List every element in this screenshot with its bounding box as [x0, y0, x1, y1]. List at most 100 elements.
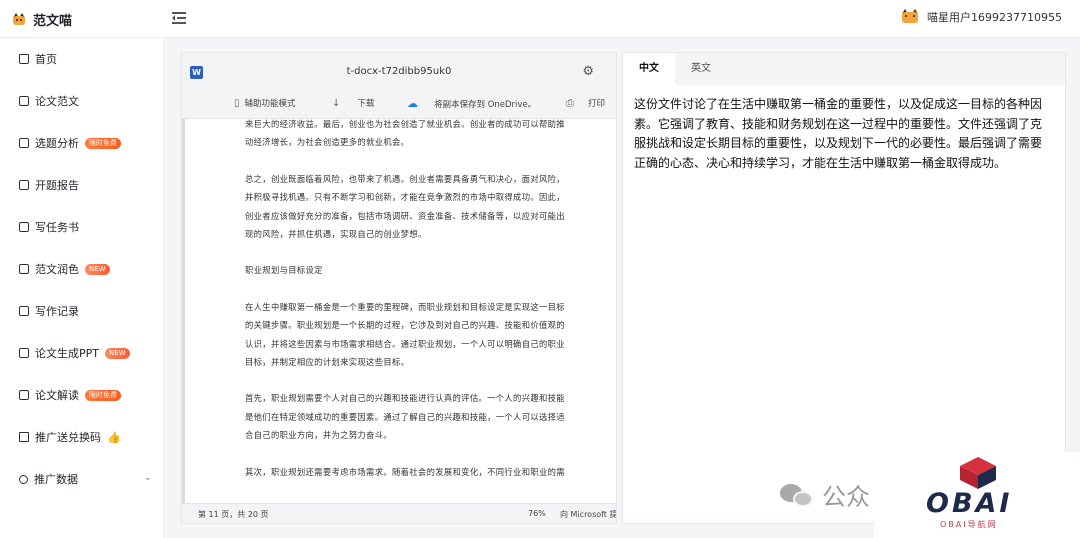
sidebar-item-interpret[interactable]: 论文解读 限时免费: [19, 387, 121, 403]
sidebar-item-referral[interactable]: 推广送兑换码 👍: [19, 429, 121, 445]
accessibility-icon: ▯: [234, 97, 240, 109]
cloud-icon: ☁: [407, 97, 418, 110]
onedrive-label: 将副本保存到 OneDrive。: [434, 99, 537, 110]
tab-english[interactable]: 英文: [675, 53, 727, 85]
document-line: 首先，职业规划需要个人对自己的兴趣和技能进行认真的评估。一个人的兴趣和技能: [245, 393, 565, 404]
brand-logo: OBAI: [926, 488, 1013, 519]
analysis-icon: [19, 138, 29, 148]
save-to-onedrive-button[interactable]: ☁ 将副本保存到 OneDrive。: [407, 97, 536, 110]
user-menu[interactable]: 喵星用户1699237710955: [901, 9, 1062, 25]
feedback-link[interactable]: 向 Microsoft 提供反馈: [560, 509, 616, 520]
share-icon: [19, 474, 28, 484]
free-badge: 限时免费: [85, 137, 121, 149]
document-filename: t-docx-t72dibb95uk0: [346, 66, 452, 77]
watermark-text: 公众: [822, 483, 870, 511]
download-button[interactable]: ↓ 下载: [332, 97, 375, 110]
avatar: [901, 9, 919, 25]
sidebar-item-polish[interactable]: 范文润色 NEW: [19, 261, 110, 277]
summary-text: 这份文件讨论了在生活中赚取第一桶金的重要性，以及促成这一目标的各种因素。它强调了…: [634, 97, 1043, 170]
cat-logo-icon: [12, 13, 26, 26]
interpret-icon: [19, 390, 29, 400]
top-bar: 范文喵 喵星用户1699237710955: [0, 0, 1080, 38]
zoom-level[interactable]: 76%: [528, 509, 546, 518]
sidebar-item-topic-analysis[interactable]: 选题分析 限时免费: [19, 135, 121, 151]
app-title: 范文喵: [33, 14, 73, 29]
sidebar-item-task-book[interactable]: 写任务书: [19, 219, 79, 235]
sidebar-item-proposal[interactable]: 开题报告: [19, 177, 79, 193]
sidebar-item-ppt[interactable]: 论文生成PPT NEW: [19, 345, 130, 361]
document-paragraph: 职业规划与目标设定: [245, 261, 590, 279]
wechat-watermark: 公众: [780, 477, 870, 512]
document-paragraph: 首先，职业规划需要个人对自己的兴趣和技能进行认真的评估。一个人的兴趣和技能 是他们…: [245, 389, 590, 444]
cube-logo-icon: [960, 457, 996, 489]
sidebar-item-label: 推广送兑换码: [35, 431, 101, 444]
sidebar-item-label: 推广数据: [34, 473, 78, 486]
document-page-area[interactable]: 来巨大的经济收益。最后，创业也为社会创造了就业机会。创业者的成功可以帮助推 动经济…: [182, 119, 616, 503]
task-icon: [19, 222, 29, 232]
printer-icon: ⎙: [566, 97, 574, 109]
document-line: 总之，创业既面临着风险，也带来了机遇。创业者需要具备勇气和决心，面对风险，: [245, 173, 565, 184]
document-paragraph: 来巨大的经济收益。最后，创业也为社会创造了就业机会。创业者的成功可以帮助推 动经济…: [245, 119, 590, 152]
document-line: 是他们在特定领域成功的重要因素。通过了解自己的兴趣和技能，一个人可以选择适: [245, 411, 565, 422]
obai-watermark: OBAI OBAI导航网: [874, 452, 1080, 538]
document-line: 的关键步骤。职业规划是一个长期的过程，它涉及到对自己的兴趣、技能和价值观的: [245, 320, 565, 331]
document-line: 并积极寻找机遇。只有不断学习和创新，才能在竞争激烈的市场中取得成功。因此，: [245, 192, 565, 203]
new-badge: NEW: [105, 347, 130, 359]
home-icon: [19, 54, 29, 64]
document-paragraph: 在人生中赚取第一桶金是一个重要的里程碑，而职业规划和目标设定是实现这一目标 的关键…: [245, 298, 590, 372]
sidebar-item-papers[interactable]: 论文范文: [19, 93, 79, 109]
language-tabs: 中文 英文: [623, 53, 1065, 85]
sidebar-item-home[interactable]: 首页: [19, 51, 57, 67]
download-label: 下载: [357, 99, 375, 109]
sidebar-item-label: 选题分析: [35, 137, 79, 150]
sidebar-item-label: 首页: [35, 53, 57, 66]
menu-collapse-icon[interactable]: [172, 12, 186, 24]
sidebar: 首页 论文范文 选题分析 限时免费 开题报告 写任务书 范文润色 NEW 写作记…: [0, 38, 164, 538]
gear-icon[interactable]: ⚙: [582, 64, 594, 79]
document-line: 创业者应该做好充分的准备，包括市场调研、资金准备、技术储备等，以应对可能出: [245, 210, 565, 221]
download-icon: ↓: [332, 97, 341, 109]
document-status-bar: 第 11 页，共 20 页 76% 向 Microsoft 提供反馈: [182, 503, 616, 523]
document-line: 其次，职业规划还需要考虑市场需求。随着社会的发展和变化，不同行业和职业的需: [245, 466, 565, 477]
sidebar-item-label: 写作记录: [35, 305, 79, 318]
tab-chinese[interactable]: 中文: [623, 53, 675, 85]
user-name: 喵星用户1699237710955: [927, 11, 1062, 24]
document-paragraph: 其次，职业规划还需要考虑市场需求。随着社会的发展和变化，不同行业和职业的需: [245, 463, 590, 481]
gift-icon: [19, 432, 29, 442]
document-page: 来巨大的经济收益。最后，创业也为社会创造了就业机会。创业者的成功可以帮助推 动经济…: [245, 119, 590, 499]
chevron-down-icon[interactable]: ⌄: [144, 473, 152, 483]
ppt-icon: [19, 348, 29, 358]
document-line: 动经济增长，为社会创造更多的就业机会。: [245, 137, 410, 148]
document-icon: [19, 96, 29, 106]
sidebar-item-label: 论文范文: [35, 95, 79, 108]
print-label: 打印: [588, 99, 606, 109]
sidebar-item-label: 范文润色: [35, 263, 79, 276]
sidebar-item-label: 论文解读: [35, 389, 79, 402]
document-toolbar: W t-docx-t72dibb95uk0 ⚙ ▯ 辅助功能模式 ↓ 下载 ☁ …: [182, 53, 616, 119]
free-badge: 限时免费: [85, 389, 121, 401]
document-viewer: W t-docx-t72dibb95uk0 ⚙ ▯ 辅助功能模式 ↓ 下载 ☁ …: [181, 52, 617, 524]
app-logo[interactable]: 范文喵: [12, 10, 72, 29]
document-line: 现的风险，并抓住机遇，实现自己的创业梦想。: [245, 229, 427, 240]
sidebar-item-records[interactable]: 写作记录: [19, 303, 79, 319]
page-indicator: 第 11 页，共 20 页: [198, 510, 269, 519]
polish-icon: [19, 264, 29, 274]
sidebar-item-label: 论文生成PPT: [35, 347, 99, 360]
brand-subtitle: OBAI导航网: [940, 520, 998, 529]
document-paragraph: 总之，创业既面临着风险，也带来了机遇。创业者需要具备勇气和决心，面对风险， 并积极…: [245, 170, 590, 244]
report-icon: [19, 180, 29, 190]
sidebar-item-label: 写任务书: [35, 221, 79, 234]
accessibility-mode-button[interactable]: ▯ 辅助功能模式: [234, 97, 296, 110]
document-line: 来巨大的经济收益。最后，创业也为社会创造了就业机会。创业者的成功可以帮助推: [245, 119, 565, 129]
accessibility-label: 辅助功能模式: [244, 99, 296, 109]
print-button[interactable]: ⎙ 打印: [566, 97, 606, 110]
sidebar-item-label: 开题报告: [35, 179, 79, 192]
sidebar-item-promo-data[interactable]: 推广数据 ⌄: [19, 471, 159, 487]
document-line: 目标，并制定相应的计划来实现这些目标。: [245, 357, 410, 368]
wechat-icon: [780, 482, 814, 508]
document-line: 在人生中赚取第一桶金是一个重要的里程碑，而职业规划和目标设定是实现这一目标: [245, 301, 565, 312]
new-badge: NEW: [85, 263, 110, 275]
document-line: 认识，并将这些因素与市场需求相结合。通过职业规划，一个人可以明确自己的职业: [245, 338, 565, 349]
thumbs-up-icon: 👍: [107, 430, 121, 444]
document-line: 职业规划与目标设定: [245, 265, 323, 276]
